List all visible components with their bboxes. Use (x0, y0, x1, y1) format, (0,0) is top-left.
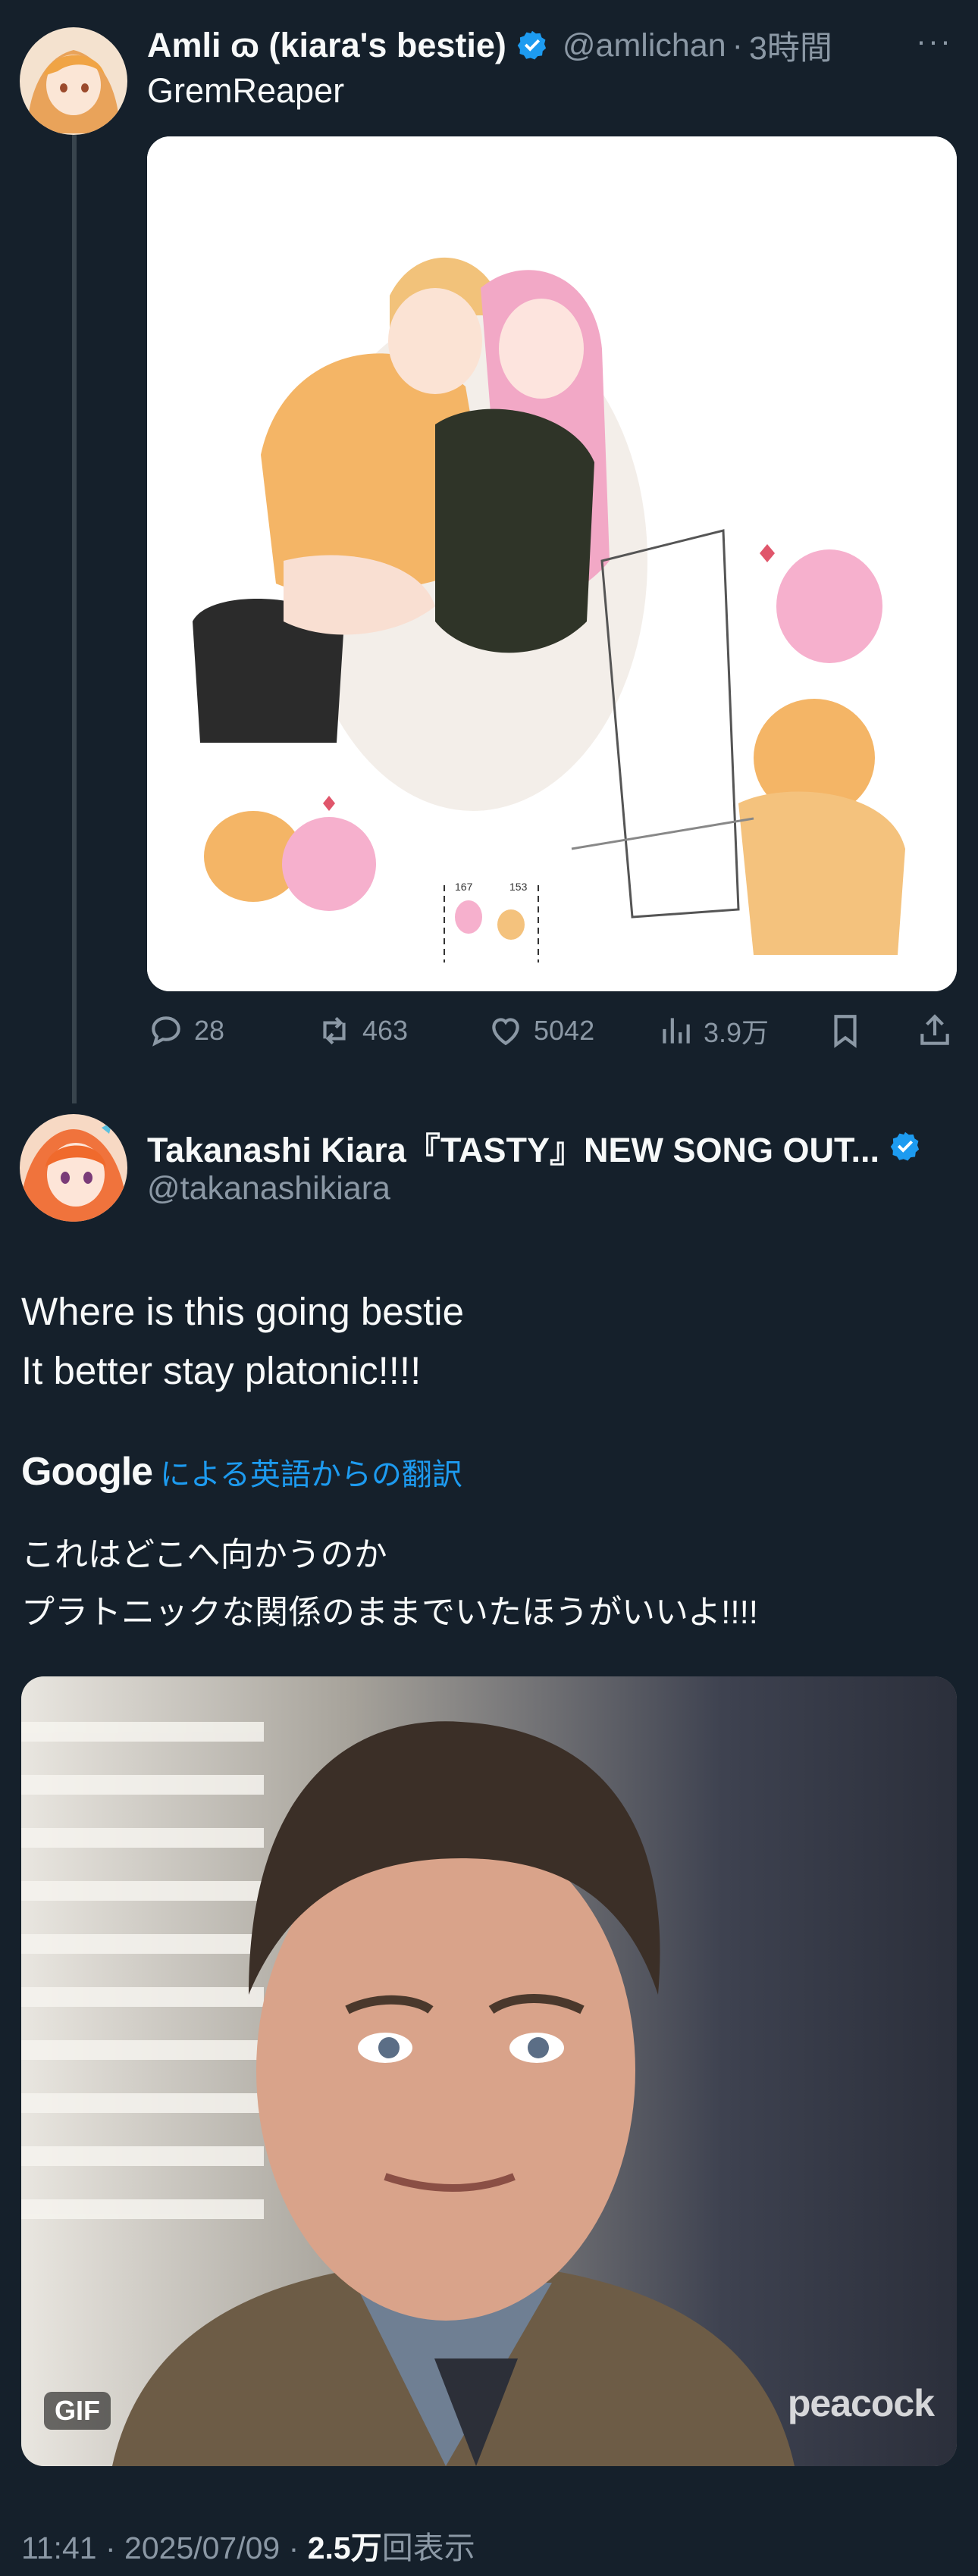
post-meta: 11:41 · 2025/07/09 · 2.5万回表示 (21, 2522, 475, 2568)
author-name[interactable]: Takanashi Kiara『TASTY』NEW SONG OUT... (147, 1122, 879, 1172)
tweet-line: It better stay platonic!!!! (21, 1349, 422, 1392)
translation-link[interactable]: による英語からの翻訳 (160, 1450, 462, 1494)
tweet1-image[interactable]: 167 153 (147, 136, 957, 991)
reply-icon (152, 1016, 180, 1047)
views-count: 2.5万 (307, 2531, 382, 2565)
tweet2-gif[interactable]: GIF peacock (21, 1676, 957, 2466)
post-time[interactable]: 3時間 (749, 22, 832, 69)
views-label: 回表示 (381, 2531, 475, 2565)
gif-badge: GIF (44, 2392, 111, 2430)
thread-line (72, 135, 77, 1103)
views-button[interactable]: 3.9万 (657, 1008, 769, 1053)
retweet-icon (323, 1016, 346, 1045)
height-label-2: 153 (509, 881, 528, 893)
avatar-kiara[interactable] (20, 1114, 127, 1222)
verified-badge-icon (889, 1130, 922, 1163)
retweet-count: 463 (362, 1015, 409, 1046)
like-icon (492, 1018, 519, 1046)
translated-text: これはどこへ向かうのか プラトニックな関係のままでいたほうがいいよ!!!! (21, 1526, 758, 1642)
share-button[interactable] (916, 1008, 963, 1053)
separator-dot: · (732, 27, 743, 64)
height-label-1: 167 (455, 881, 473, 893)
like-count: 5042 (534, 1015, 595, 1046)
tweet1-text: GremReaper (147, 71, 345, 110)
author-name[interactable]: Amli ɷ (kiara's bestie) (147, 26, 506, 65)
translated-line: これはどこへ向かうのか (21, 1536, 387, 1573)
author-handle[interactable]: @takanashikiara (147, 1170, 390, 1207)
tweet1-actions: 28 463 5042 3.9万 (147, 1008, 957, 1053)
reply-count: 28 (194, 1015, 225, 1046)
bookmark-icon (834, 1015, 857, 1048)
avatar-amli[interactable] (20, 27, 127, 135)
verified-badge-icon (516, 29, 549, 62)
tweet-line: Where is this going bestie (21, 1290, 464, 1333)
bookmark-button[interactable] (826, 1008, 873, 1053)
translation-header: Google による英語からの翻訳 (21, 1449, 462, 1495)
tweet1-header: Amli ɷ (kiara's bestie) @amlichan · 3時間 (147, 21, 832, 70)
translated-line: プラトニックな関係のままでいたほうがいいよ!!!! (21, 1594, 759, 1631)
tweet2-header: Takanashi Kiara『TASTY』NEW SONG OUT... (147, 1120, 922, 1173)
views-icon (663, 1018, 690, 1044)
post-time: 11:41 (21, 2531, 97, 2565)
meta-separator: · (288, 2531, 299, 2565)
more-icon[interactable]: ··· (916, 23, 952, 59)
author-handle[interactable]: @amlichan (563, 27, 726, 64)
post-date: 2025/07/09 (124, 2531, 281, 2565)
views-count: 3.9万 (704, 1017, 770, 1048)
peacock-watermark: peacock (787, 2382, 935, 2424)
like-button[interactable]: 5042 (487, 1008, 594, 1053)
reply-button[interactable]: 28 (147, 1008, 224, 1053)
meta-separator: · (105, 2531, 116, 2565)
tweet2-text: Where is this going bestie It better sta… (21, 1282, 464, 1401)
share-icon (920, 1014, 949, 1045)
google-logo: Google (21, 1450, 153, 1494)
retweet-button[interactable]: 463 (315, 1008, 408, 1053)
